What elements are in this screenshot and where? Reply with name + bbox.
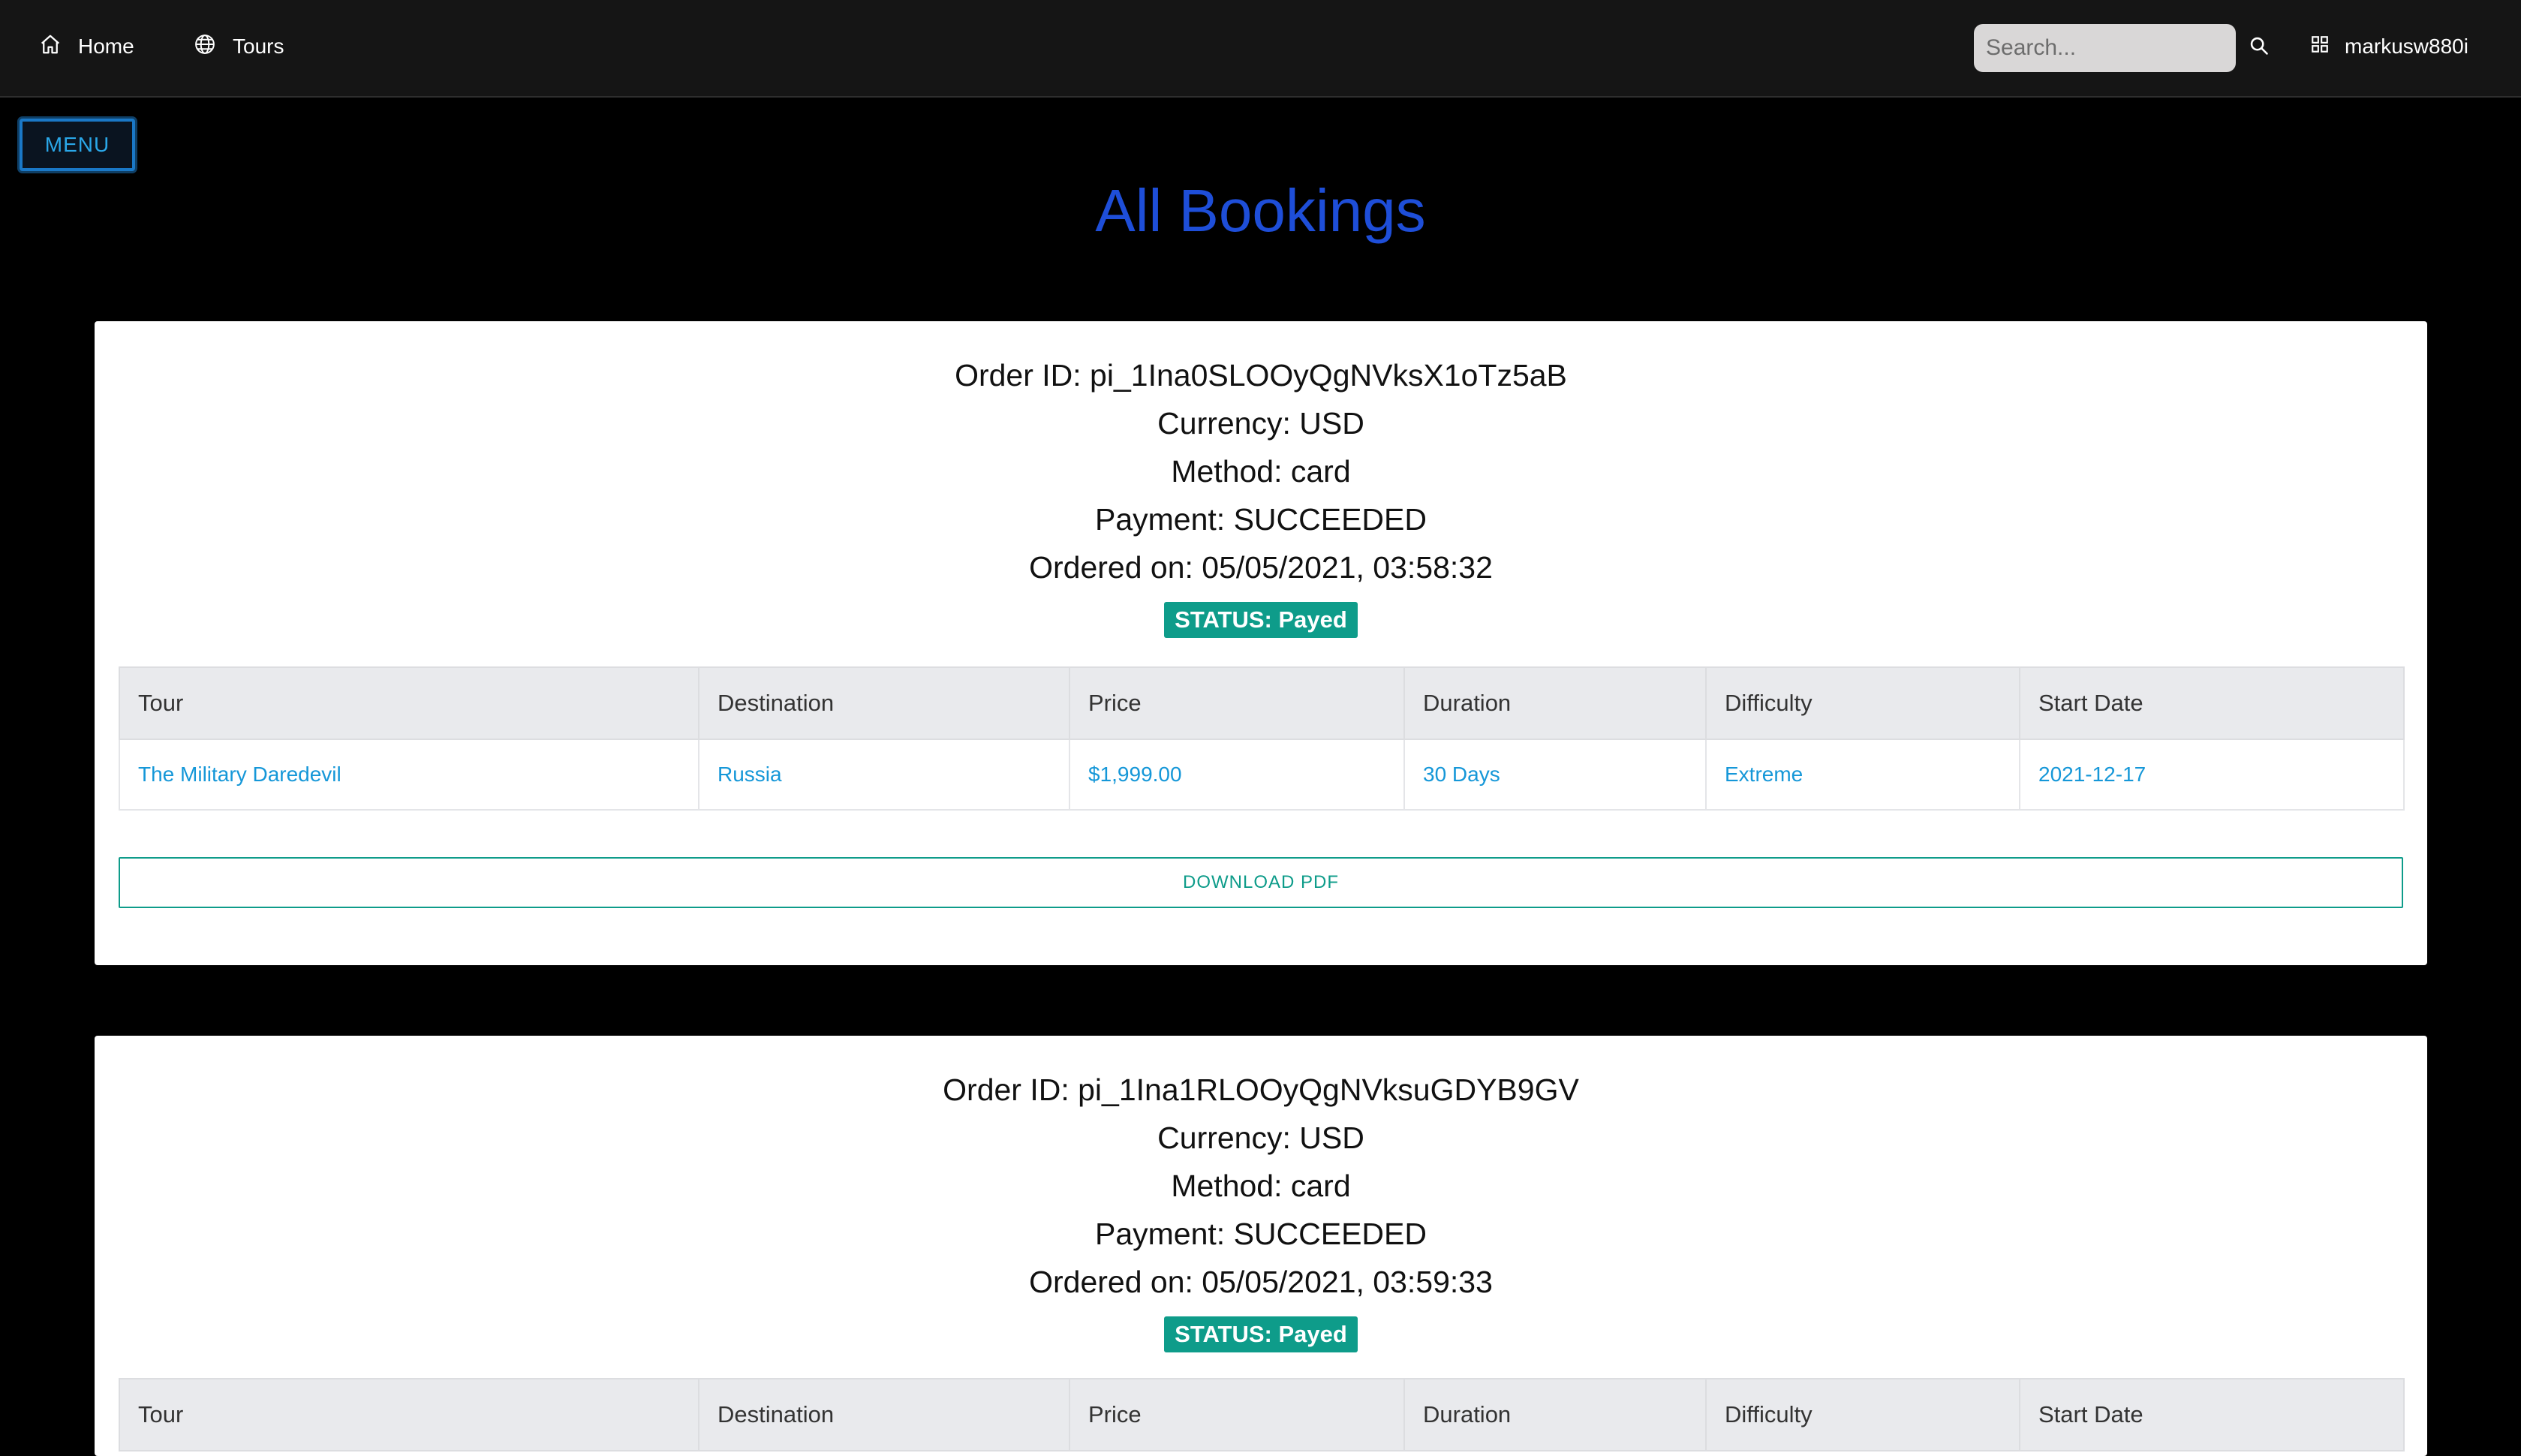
order-id: Order ID: pi_1Ina1RLOOyQgNVksuGDYB9GV bbox=[943, 1072, 1579, 1107]
payment-method: Method: card bbox=[1171, 454, 1351, 489]
header-tour: Tour bbox=[119, 1378, 699, 1451]
user-menu[interactable]: markusw880i bbox=[2310, 32, 2468, 62]
header-start-date: Start Date bbox=[2019, 666, 2405, 740]
cell-tour[interactable]: The Military Daredevil bbox=[119, 739, 699, 811]
header-duration: Duration bbox=[1403, 666, 1707, 740]
nav-home-label: Home bbox=[78, 35, 134, 58]
header-price: Price bbox=[1069, 666, 1405, 740]
header-destination: Destination bbox=[698, 666, 1070, 740]
payment-method: Method: card bbox=[1171, 1169, 1351, 1203]
nav-tours-label: Tours bbox=[233, 35, 284, 58]
nav-tours-link[interactable]: Tours bbox=[194, 32, 284, 62]
status-badge: STATUS: Payed bbox=[1164, 602, 1358, 638]
table-header-row: Tour Destination Price Duration Difficul… bbox=[119, 1378, 2405, 1451]
home-icon bbox=[39, 33, 78, 61]
order-info: Order ID: pi_1Ina1RLOOyQgNVksuGDYB9GV Cu… bbox=[95, 1036, 2427, 1352]
currency: Currency: USD bbox=[1157, 1121, 1364, 1155]
ordered-on: Ordered on: 05/05/2021, 03:59:33 bbox=[1029, 1265, 1493, 1299]
cell-difficulty[interactable]: Extreme bbox=[1705, 739, 2020, 811]
header-difficulty: Difficulty bbox=[1705, 1378, 2020, 1451]
header-difficulty: Difficulty bbox=[1705, 666, 2020, 740]
top-navbar: Home Tours Search... markusw880i bbox=[0, 0, 2521, 98]
header-price: Price bbox=[1069, 1378, 1405, 1451]
search-icon bbox=[2249, 35, 2270, 60]
table-row[interactable]: The Military Daredevil Russia $1,999.00 … bbox=[119, 739, 2405, 811]
search-button[interactable] bbox=[2246, 35, 2272, 60]
currency: Currency: USD bbox=[1157, 406, 1364, 441]
download-pdf-button[interactable]: DOWNLOAD PDF bbox=[119, 857, 2403, 908]
page-title: All Bookings bbox=[1095, 177, 1426, 244]
cell-destination[interactable]: Russia bbox=[698, 739, 1070, 811]
booking-card: Order ID: pi_1Ina0SLOOyQgNVksX1oTz5aB Cu… bbox=[95, 321, 2427, 965]
cell-duration[interactable]: 30 Days bbox=[1403, 739, 1707, 811]
grid-icon bbox=[2310, 35, 2345, 59]
cell-start-date[interactable]: 2021-12-17 bbox=[2019, 739, 2405, 811]
ordered-on: Ordered on: 05/05/2021, 03:58:32 bbox=[1029, 550, 1493, 585]
header-tour: Tour bbox=[119, 666, 699, 740]
payment-status: Payment: SUCCEEDED bbox=[1094, 502, 1427, 537]
nav-home-link[interactable]: Home bbox=[39, 32, 134, 62]
header-duration: Duration bbox=[1403, 1378, 1707, 1451]
menu-button[interactable]: MENU bbox=[20, 119, 135, 171]
payment-status: Payment: SUCCEEDED bbox=[1094, 1217, 1427, 1251]
username-label: markusw880i bbox=[2345, 35, 2468, 58]
header-destination: Destination bbox=[698, 1378, 1070, 1451]
tour-table: Tour Destination Price Duration Difficul… bbox=[119, 666, 2405, 811]
search-input[interactable] bbox=[1974, 24, 2236, 72]
status-badge: STATUS: Payed bbox=[1164, 1316, 1358, 1352]
order-info: Order ID: pi_1Ina0SLOOyQgNVksX1oTz5aB Cu… bbox=[95, 321, 2427, 638]
booking-card: Order ID: pi_1Ina1RLOOyQgNVksuGDYB9GV Cu… bbox=[95, 1036, 2427, 1456]
table-header-row: Tour Destination Price Duration Difficul… bbox=[119, 666, 2405, 740]
order-id: Order ID: pi_1Ina0SLOOyQgNVksX1oTz5aB bbox=[955, 358, 1567, 393]
header-start-date: Start Date bbox=[2019, 1378, 2405, 1451]
cell-price[interactable]: $1,999.00 bbox=[1069, 739, 1405, 811]
tour-table: Tour Destination Price Duration Difficul… bbox=[119, 1378, 2405, 1451]
globe-icon bbox=[194, 33, 233, 61]
